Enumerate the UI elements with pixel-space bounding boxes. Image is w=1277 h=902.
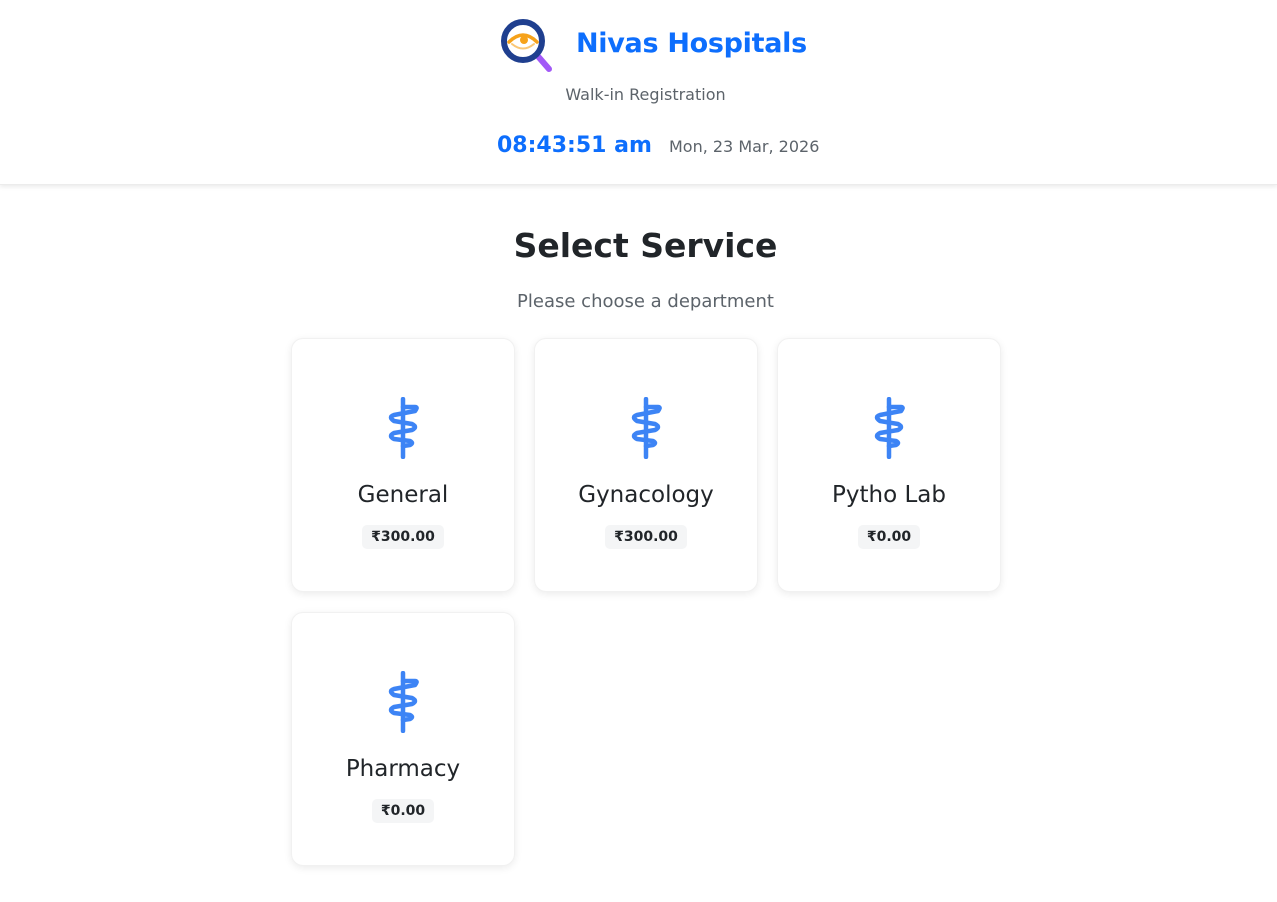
service-card-general[interactable]: General ₹300.00 bbox=[291, 338, 515, 592]
magnifier-eye-logo-icon bbox=[501, 19, 552, 72]
service-price: ₹300.00 bbox=[605, 525, 687, 549]
service-card-gynacology[interactable]: Gynacology ₹300.00 bbox=[534, 338, 758, 592]
service-name: Gynacology bbox=[578, 482, 714, 508]
hospital-name: Nivas Hospitals bbox=[576, 28, 807, 59]
service-card-pharmacy[interactable]: Pharmacy ₹0.00 bbox=[291, 612, 515, 866]
page-title: Select Service bbox=[513, 226, 778, 265]
service-price: ₹0.00 bbox=[371, 799, 435, 823]
medical-staff-icon bbox=[388, 397, 419, 459]
header: Nivas Hospitals Walk-in Registration 08:… bbox=[0, 0, 1277, 185]
service-card-pytho-lab[interactable]: Pytho Lab ₹0.00 bbox=[777, 338, 1001, 592]
medical-staff-icon bbox=[631, 397, 662, 459]
service-name: General bbox=[357, 482, 449, 508]
service-price: ₹0.00 bbox=[857, 525, 921, 549]
clock-date: Mon, 23 Mar, 2026 bbox=[668, 137, 820, 156]
service-name: Pytho Lab bbox=[832, 482, 946, 508]
medical-staff-icon bbox=[874, 397, 905, 459]
brand: Nivas Hospitals bbox=[500, 18, 807, 76]
clock: 08:43:51 am Mon, 23 Mar, 2026 bbox=[497, 133, 819, 158]
service-price: ₹300.00 bbox=[362, 525, 444, 549]
clock-time: 08:43:51 am bbox=[497, 133, 652, 158]
service-name: Pharmacy bbox=[345, 756, 461, 782]
page-subtitle: Walk-in Registration bbox=[565, 85, 726, 104]
medical-staff-icon bbox=[388, 671, 419, 733]
page-instructions: Please choose a department bbox=[517, 291, 774, 312]
